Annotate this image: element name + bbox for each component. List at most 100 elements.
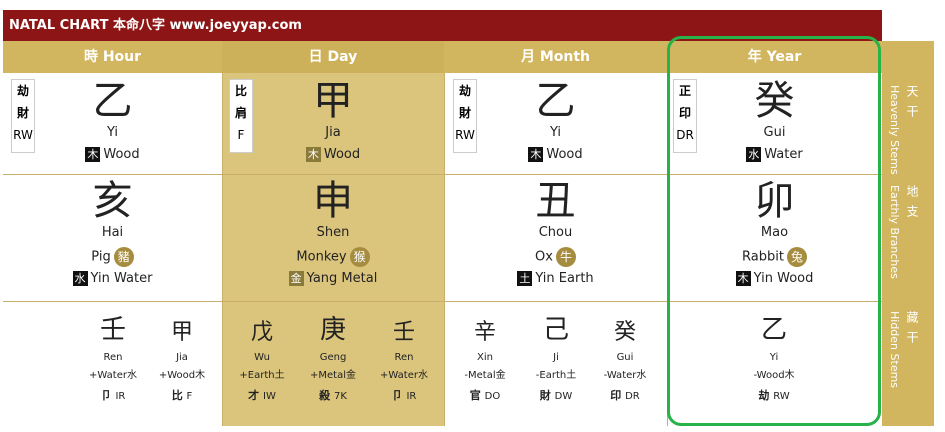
hidden-god-code: IR xyxy=(115,391,126,402)
stem-pinyin: Gui xyxy=(763,125,786,140)
grid-divider xyxy=(222,73,223,426)
hidden-god: 殺 xyxy=(319,389,331,402)
branch-pinyin: Mao xyxy=(760,225,789,240)
element-icon: 土 xyxy=(517,271,533,286)
header-month: 月 Month xyxy=(444,41,667,73)
branch-element: Yang Metal xyxy=(306,271,378,286)
stem-cell-year: 癸 Gui 水 Water xyxy=(667,79,882,163)
header-day: 日 Day xyxy=(222,41,444,73)
hidden-stem: 戊 Wu +Earth土 才 IW xyxy=(227,319,297,404)
hidden-name: Ren xyxy=(103,352,123,363)
hidden-god-code: F xyxy=(186,391,193,402)
hidden-element: +Water水 xyxy=(380,370,428,381)
hidden-god: 卩 xyxy=(391,389,403,402)
stem-char: 癸 xyxy=(754,78,795,124)
animal-name: Rabbit xyxy=(742,249,784,265)
hidden-stem: 己 Ji -Earth土 財 DW xyxy=(521,313,591,404)
row-divider xyxy=(3,301,882,302)
stem-element: Wood xyxy=(103,147,140,162)
animal-icon: 豬 xyxy=(113,247,134,267)
hidden-god-code: RW xyxy=(773,391,790,402)
stem-char: 乙 xyxy=(535,78,576,124)
column-hour: 時 Hour 劫 財 RW 乙 Yi 木 Wood 亥 Hai Pig 豬 水 Yin… xyxy=(3,41,222,426)
hidden-element: -Wood木 xyxy=(753,370,795,381)
branch-element: Yin Water xyxy=(90,271,153,286)
hidden-element: -Earth土 xyxy=(535,370,577,381)
hidden-stem: 癸 Gui -Water水 印 DR xyxy=(590,319,660,404)
animal-name: Ox xyxy=(535,249,553,265)
side-label-en: Hidden Stems xyxy=(888,311,901,389)
hidden-name: Gui xyxy=(616,352,634,363)
hidden-stem: 壬 Ren +Water水 卩 IR xyxy=(78,313,148,404)
side-label-en: Heavenly Stems xyxy=(888,85,901,175)
element-icon: 木 xyxy=(528,147,544,162)
element-icon: 木 xyxy=(85,147,101,162)
side-label-en: Earthly Branches xyxy=(888,185,901,279)
stem-char: 甲 xyxy=(313,78,353,124)
hidden-god-code: 7K xyxy=(333,391,347,402)
hidden-name: Ren xyxy=(394,352,414,363)
hidden-element: -Water水 xyxy=(603,370,647,381)
hidden-name: Yi xyxy=(769,352,779,363)
hidden-stem: 庚 Geng +Metal金 殺 7K xyxy=(298,313,368,404)
hidden-char: 己 xyxy=(542,315,569,345)
hidden-element: +Earth土 xyxy=(239,370,285,381)
hidden-element: +Metal金 xyxy=(310,370,356,381)
hidden-god: 財 xyxy=(539,389,551,402)
hidden-char: 甲 xyxy=(170,320,193,345)
column-year: 年 Year 正 印 DR 癸 Gui 水 Water 卯 Mao Rabbit 兔… xyxy=(667,41,882,426)
hidden-char: 壬 xyxy=(99,315,126,345)
branch-pinyin: Chou xyxy=(538,225,573,240)
hidden-name: Xin xyxy=(477,352,493,363)
column-month: 月 Month 劫 財 RW 乙 Yi 木 Wood 丑 Chou Ox 牛 土 Yi… xyxy=(444,41,667,426)
branch-cell-month: 丑 Chou Ox 牛 土 Yin Earth xyxy=(444,179,667,287)
natal-chart-grid: 時 Hour 劫 財 RW 乙 Yi 木 Wood 亥 Hai Pig 豬 水 Yin… xyxy=(3,41,882,426)
animal-icon: 兔 xyxy=(786,247,807,267)
hidden-god: 劫 xyxy=(758,389,770,402)
branch-pinyin: Hai xyxy=(101,225,124,240)
stem-element: Wood xyxy=(546,147,583,162)
hidden-god: 才 xyxy=(248,389,260,402)
hidden-char: 戊 xyxy=(250,320,273,345)
stem-cell-hour: 乙 Yi 木 Wood xyxy=(3,79,222,163)
element-icon: 水 xyxy=(746,147,762,162)
side-label-hidden-stems: 藏 干 Hidden Stems xyxy=(882,307,934,417)
hidden-name: Geng xyxy=(319,352,347,363)
stem-cell-day: 甲 Jia 木 Wood xyxy=(222,79,444,163)
branch-char: 申 xyxy=(313,178,353,224)
hidden-char: 庚 xyxy=(319,315,346,345)
hidden-god-code: DW xyxy=(554,391,573,402)
stem-cell-month: 乙 Yi 木 Wood xyxy=(444,79,667,163)
row-labels: 天 干 Heavenly Stems 地 支 Earthly Branches … xyxy=(882,41,934,426)
branch-cell-day: 申 Shen Monkey 猴 金 Yang Metal xyxy=(222,179,444,287)
side-label-zh: 地 支 xyxy=(905,185,919,219)
hidden-god-code: IR xyxy=(406,391,417,402)
hidden-char: 辛 xyxy=(473,320,496,345)
stem-pinyin: Jia xyxy=(325,125,341,140)
hidden-element: +Water水 xyxy=(89,370,137,381)
chart-title: NATAL CHART 本命八字 www.joeyyap.com xyxy=(3,10,882,41)
hidden-god: 比 xyxy=(171,389,183,402)
animal-name: Monkey xyxy=(296,249,347,265)
element-icon: 木 xyxy=(305,147,321,162)
side-label-zh: 藏 干 xyxy=(905,311,919,345)
hidden-stem: 甲 Jia +Wood木 比 F xyxy=(147,319,217,404)
branch-char: 亥 xyxy=(92,178,133,224)
stem-pinyin: Yi xyxy=(549,125,562,140)
side-label-earthly-branches: 地 支 Earthly Branches xyxy=(882,181,934,301)
stem-pinyin: Yi xyxy=(106,125,119,140)
hidden-stem: 壬 Ren +Water水 卩 IR xyxy=(369,319,439,404)
hidden-char: 乙 xyxy=(760,315,787,345)
stem-element: Water xyxy=(764,147,803,162)
side-label-heavenly-stems: 天 干 Heavenly Stems xyxy=(882,77,934,187)
hidden-element: -Metal金 xyxy=(464,370,506,381)
element-icon: 金 xyxy=(288,271,304,286)
grid-divider xyxy=(667,73,668,426)
hidden-name: Ji xyxy=(553,352,559,363)
animal-icon: 牛 xyxy=(555,247,576,267)
side-label-zh: 天 干 xyxy=(905,85,919,119)
hidden-element: +Wood木 xyxy=(158,370,206,381)
hidden-char: 癸 xyxy=(613,320,636,345)
hidden-god: 官 xyxy=(469,389,481,402)
hidden-god: 卩 xyxy=(100,389,112,402)
